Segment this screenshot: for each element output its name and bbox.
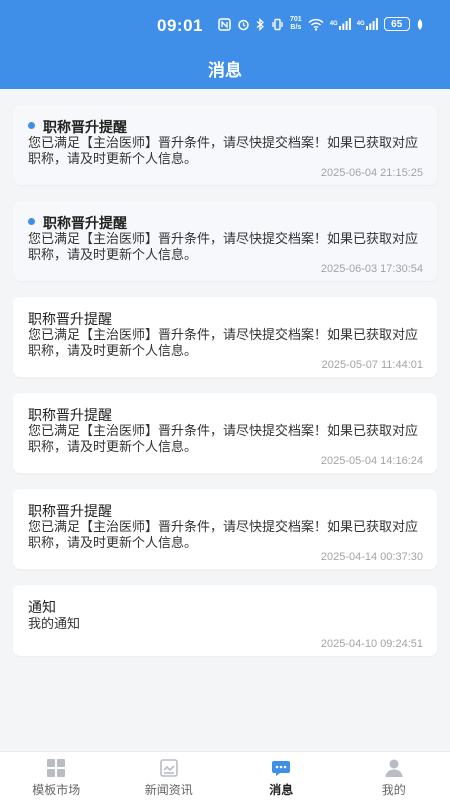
tab-news[interactable]: 新闻资讯 [113,752,226,801]
message-card[interactable]: 职称晋升提醒 您已满足【主治医师】晋升条件，请尽快提交档案！如果已获取对应职称，… [13,201,437,281]
news-icon [159,758,179,778]
alarm-icon [237,18,250,31]
message-card[interactable]: 通知 我的通知 2025-04-10 09:24:51 [13,585,437,656]
message-card[interactable]: 职称晋升提醒 您已满足【主治医师】晋升条件，请尽快提交档案！如果已获取对应职称，… [13,393,437,473]
message-title: 职称晋升提醒 [43,117,127,137]
message-body: 您已满足【主治医师】晋升条件，请尽快提交档案！如果已获取对应职称，请及时更新个人… [28,424,426,456]
message-card[interactable]: 职称晋升提醒 您已满足【主治医师】晋升条件，请尽快提交档案！如果已获取对应职称，… [13,297,437,377]
message-title: 职称晋升提醒 [28,501,112,521]
message-body: 您已满足【主治医师】晋升条件，请尽快提交档案！如果已获取对应职称，请及时更新个人… [28,328,426,360]
status-bar: 09:01 701 B/s [0,0,450,52]
vibrate-icon [271,18,284,31]
message-time: 2025-04-14 00:37:30 [321,551,423,563]
tab-mine[interactable]: 我的 [338,752,450,801]
message-list: 职称晋升提醒 您已满足【主治医师】晋升条件，请尽快提交档案！如果已获取对应职称，… [13,105,437,672]
message-time: 2025-06-03 17:30:54 [321,263,423,275]
message-body: 您已满足【主治医师】晋升条件，请尽快提交档案！如果已获取对应职称，请及时更新个人… [28,232,426,264]
chat-icon [271,758,291,778]
header: 09:01 701 B/s [0,0,450,89]
grid-icon [46,758,66,778]
message-title: 职称晋升提醒 [43,213,127,233]
message-title: 通知 [28,597,56,617]
message-time: 2025-04-10 09:24:51 [321,638,423,650]
tab-template-market[interactable]: 模板市场 [0,752,113,801]
bottom-tab-bar: 模板市场 新闻资讯 消息 我的 [0,751,450,801]
status-icons: 701 B/s 4G 4G 65 [218,16,424,32]
message-time: 2025-05-07 11:44:01 [322,359,423,371]
tab-label: 我的 [382,781,406,798]
message-time: 2025-06-04 21:15:25 [321,167,423,179]
message-body: 您已满足【主治医师】晋升条件，请尽快提交档案！如果已获取对应职称，请及时更新个人… [28,136,426,168]
tab-label: 消息 [269,781,293,798]
message-card[interactable]: 职称晋升提醒 您已满足【主治医师】晋升条件，请尽快提交档案！如果已获取对应职称，… [13,489,437,569]
signal-icon-1: 4G [330,18,351,30]
tab-label: 新闻资讯 [145,781,193,798]
net-speed: 701 B/s [290,16,302,32]
battery-indicator: 65 [384,17,410,31]
message-title: 职称晋升提醒 [28,405,112,425]
net-speed-value: 701 [290,16,302,24]
unread-dot [28,122,35,129]
tab-messages[interactable]: 消息 [225,752,338,801]
tab-label: 模板市场 [32,781,80,798]
page-title: 消息 [0,56,450,81]
message-body: 我的通知 [28,617,426,633]
signal-2-label: 4G [357,21,365,27]
wifi-icon [308,18,324,31]
unread-dot [28,218,35,225]
signal-1-label: 4G [330,21,338,27]
message-body: 您已满足【主治医师】晋升条件，请尽快提交档案！如果已获取对应职称，请及时更新个人… [28,520,426,552]
status-time: 09:01 [157,16,203,36]
bluetooth-icon [256,18,265,31]
leaf-icon [416,19,424,30]
message-card[interactable]: 职称晋升提醒 您已满足【主治医师】晋升条件，请尽快提交档案！如果已获取对应职称，… [13,105,437,185]
person-icon [384,758,404,778]
message-time: 2025-05-04 14:16:24 [321,455,423,467]
nfc-icon [218,18,231,31]
net-speed-unit: B/s [290,24,302,32]
message-title: 职称晋升提醒 [28,309,112,329]
signal-icon-2: 4G [357,18,378,30]
